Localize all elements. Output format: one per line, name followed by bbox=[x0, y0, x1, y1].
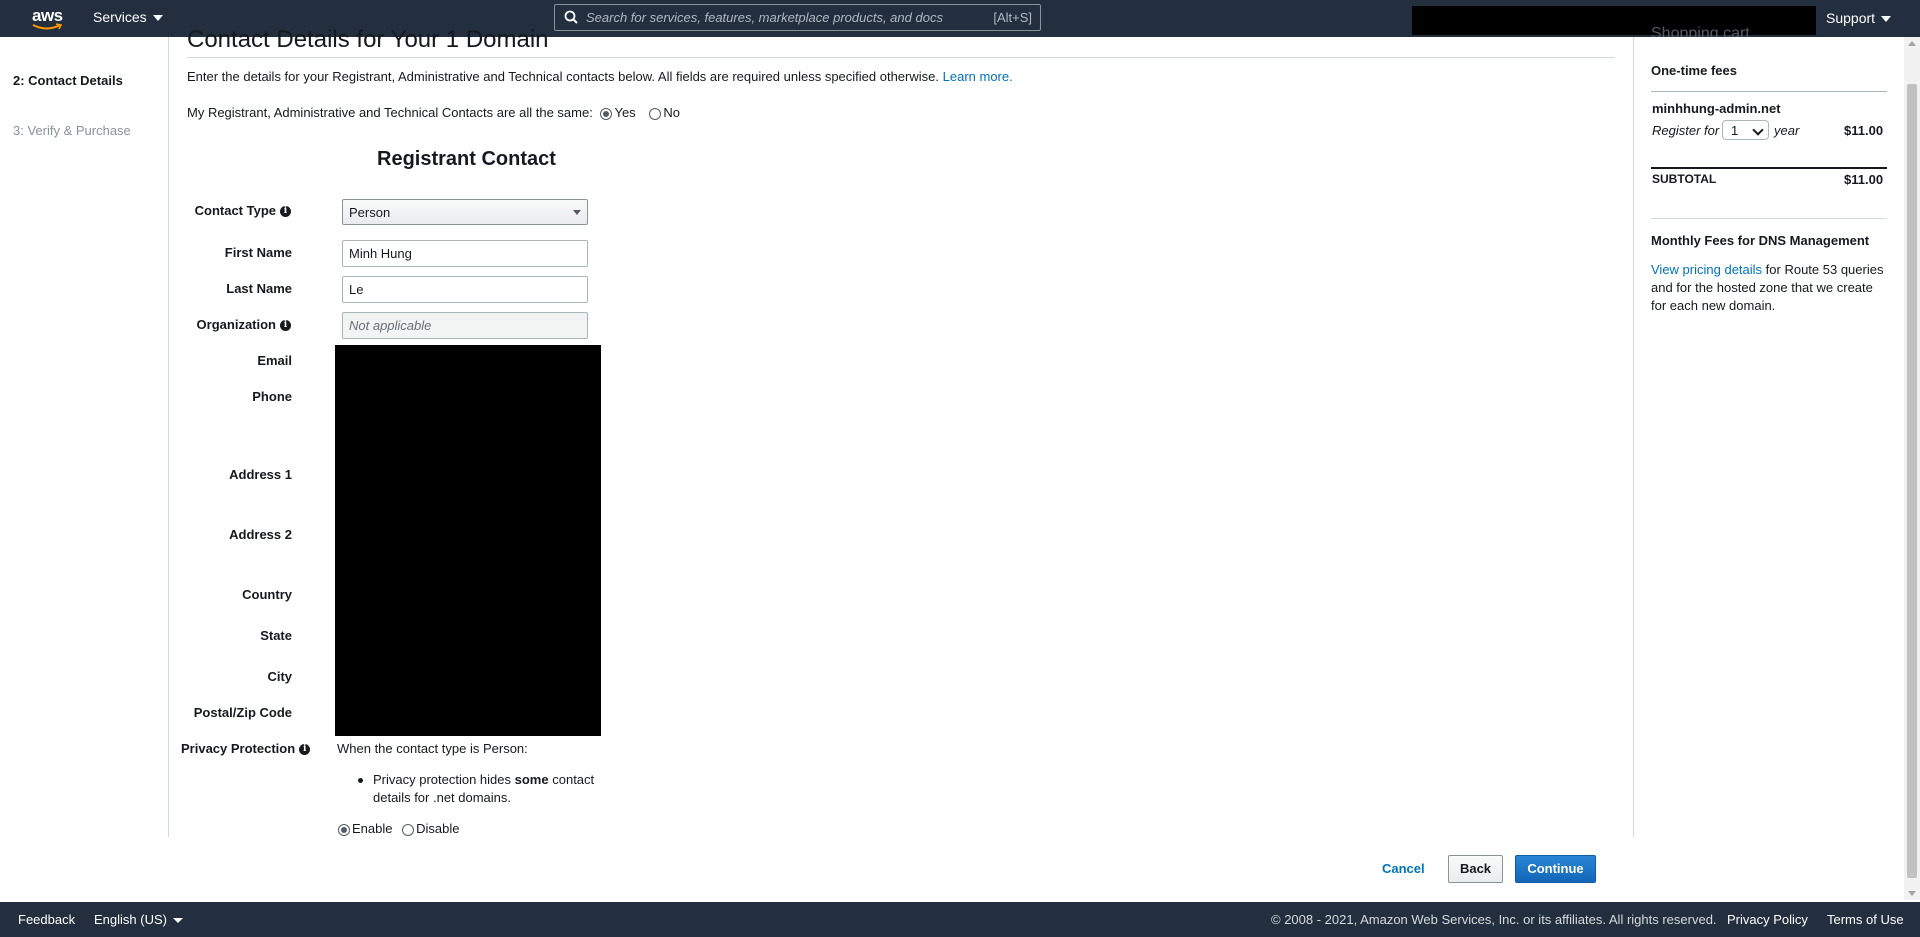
privacy-text: When the contact type is Person: bbox=[337, 741, 528, 756]
monthly-fees-description: View pricing details for Route 53 querie… bbox=[1651, 262, 1884, 313]
cart-divider bbox=[1633, 37, 1634, 837]
subtotal-value: $11.00 bbox=[1844, 172, 1884, 187]
privacy-protection-label: Privacy Protection i bbox=[181, 741, 311, 756]
same-contacts-question: My Registrant, Administrative and Techni… bbox=[187, 105, 680, 120]
caret-down-icon bbox=[1881, 16, 1892, 23]
city-label: City bbox=[267, 669, 292, 684]
country-label: Country bbox=[242, 587, 292, 602]
last-name-label: Last Name bbox=[226, 281, 292, 296]
registrant-contact-heading: Registrant Contact bbox=[377, 148, 556, 170]
first-name-input[interactable]: Minh Hung bbox=[342, 240, 588, 267]
privacy-enable-radio[interactable] bbox=[338, 823, 350, 836]
caret-down-icon bbox=[152, 15, 163, 22]
scrollbar-thumb[interactable] bbox=[1907, 84, 1917, 878]
feedback-link[interactable]: Feedback bbox=[18, 912, 75, 927]
privacy-bullet: Privacy protection hides some contact de… bbox=[358, 771, 603, 807]
last-name-input[interactable]: Le bbox=[342, 276, 588, 303]
support-menu[interactable]: Support bbox=[1826, 10, 1892, 26]
cart-domain-name: minhhung-admin.net bbox=[1652, 101, 1781, 116]
contact-type-select[interactable]: Person bbox=[342, 199, 588, 225]
info-icon[interactable]: i bbox=[299, 744, 311, 756]
one-time-fees-heading: One-time fees bbox=[1651, 63, 1737, 78]
intro-text: Enter the details for your Registrant, A… bbox=[187, 69, 1013, 84]
title-divider bbox=[187, 57, 1615, 58]
organization-label: Organization i bbox=[181, 317, 291, 332]
info-icon[interactable]: i bbox=[280, 206, 291, 218]
back-button[interactable]: Back bbox=[1448, 855, 1503, 883]
organization-input[interactable]: Not applicable bbox=[342, 312, 588, 339]
language-selector[interactable]: English (US) bbox=[94, 912, 183, 927]
years-select[interactable]: 1 bbox=[1722, 120, 1769, 140]
privacy-radio-group: Enable Disable bbox=[336, 821, 459, 836]
page-scrollbar[interactable] bbox=[1904, 37, 1920, 900]
address2-label: Address 2 bbox=[229, 527, 292, 542]
learn-more-link[interactable]: Learn more. bbox=[943, 69, 1013, 84]
view-pricing-link[interactable]: View pricing details bbox=[1651, 262, 1762, 277]
chevron-down-icon bbox=[1752, 124, 1764, 136]
same-yes-radio[interactable] bbox=[600, 107, 613, 120]
state-label: State bbox=[260, 628, 292, 643]
phone-label: Phone bbox=[252, 389, 292, 404]
contact-type-label: Contact Type i bbox=[181, 203, 291, 218]
privacy-disable-radio[interactable] bbox=[402, 823, 415, 836]
caret-down-icon bbox=[172, 918, 183, 924]
search-placeholder: Search for services, features, marketpla… bbox=[586, 10, 943, 25]
monthly-fees-heading: Monthly Fees for DNS Management bbox=[1651, 233, 1870, 248]
cart-section-divider bbox=[1651, 218, 1887, 219]
subtotal-divider bbox=[1651, 167, 1887, 169]
search-icon bbox=[564, 10, 578, 24]
steps-sidebar bbox=[0, 37, 169, 837]
smile-arrow-icon bbox=[32, 23, 62, 30]
same-no-radio[interactable] bbox=[649, 107, 662, 120]
page-title: Contact Details for Your 1 Domain bbox=[187, 26, 549, 53]
step-verify-purchase[interactable]: 3: Verify & Purchase bbox=[13, 123, 131, 138]
scroll-up-arrow-icon[interactable] bbox=[1908, 41, 1916, 46]
redacted-account-area bbox=[1412, 6, 1816, 35]
privacy-policy-link[interactable]: Privacy Policy bbox=[1727, 912, 1808, 927]
register-for-label: Register for bbox=[1652, 123, 1720, 138]
search-shortcut: [Alt+S] bbox=[993, 10, 1032, 25]
continue-button[interactable]: Continue bbox=[1515, 855, 1596, 883]
search-input[interactable]: Search for services, features, marketpla… bbox=[554, 4, 1041, 31]
address1-label: Address 1 bbox=[229, 467, 292, 482]
email-label: Email bbox=[257, 353, 292, 368]
year-label: year bbox=[1774, 123, 1800, 138]
first-name-label: First Name bbox=[224, 245, 292, 260]
step-contact-details[interactable]: 2: Contact Details bbox=[13, 73, 123, 88]
cart-header-cover bbox=[1634, 37, 1904, 49]
terms-of-use-link[interactable]: Terms of Use bbox=[1827, 912, 1904, 927]
cart-divider-line bbox=[1651, 91, 1887, 92]
scroll-down-arrow-icon[interactable] bbox=[1908, 891, 1916, 896]
aws-logo[interactable]: aws bbox=[32, 6, 64, 32]
copyright-text: © 2008 - 2021, Amazon Web Services, Inc.… bbox=[1271, 912, 1717, 927]
redacted-contact-fields bbox=[335, 345, 601, 736]
footer-bar: Feedback English (US) © 2008 - 2021, Ama… bbox=[0, 902, 1920, 937]
subtotal-label: SUBTOTAL bbox=[1652, 172, 1717, 186]
services-menu[interactable]: Services bbox=[93, 9, 163, 25]
info-icon[interactable]: i bbox=[280, 320, 291, 332]
cancel-button[interactable]: Cancel bbox=[1382, 861, 1425, 876]
domain-price: $11.00 bbox=[1844, 123, 1884, 138]
postal-code-label: Postal/Zip Code bbox=[193, 705, 292, 720]
dropdown-arrow-icon bbox=[573, 210, 581, 215]
